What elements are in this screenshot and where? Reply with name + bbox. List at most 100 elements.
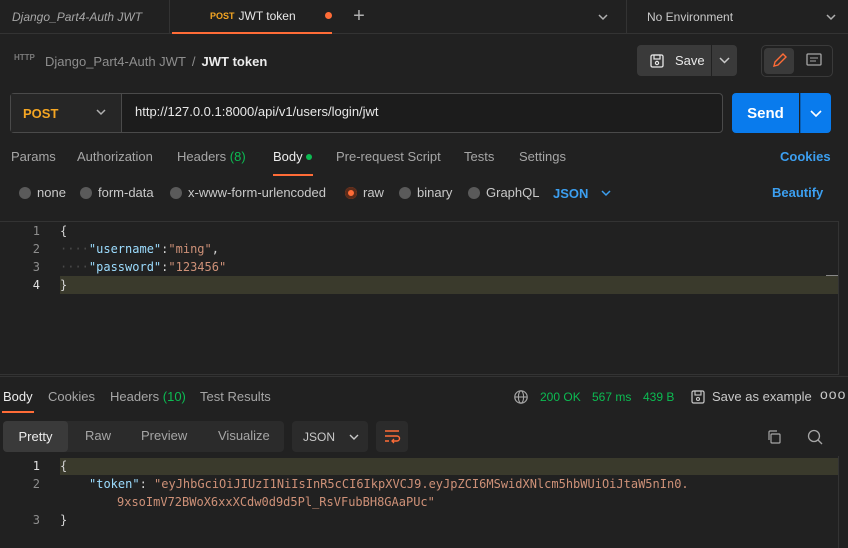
tab-tests[interactable]: Tests <box>464 149 494 167</box>
tab-method-badge: POST <box>210 11 235 21</box>
tab-headers[interactable]: Headers (8) <box>177 149 246 167</box>
chevron-down-icon <box>719 57 730 64</box>
format-raw-button[interactable]: Raw <box>85 428 111 443</box>
response-headers-count: (10) <box>162 389 186 404</box>
json-value: "eyJhbGciOiJIUzI1NiIsInR5cCI6IkpXVCJ9.ey… <box>154 477 689 491</box>
unsaved-dot-icon <box>325 12 332 19</box>
response-divider[interactable] <box>0 376 848 377</box>
wrap-lines-button[interactable] <box>376 421 408 452</box>
response-language-select[interactable]: JSON <box>292 421 368 452</box>
radio-graphql[interactable]: GraphQL <box>468 185 539 200</box>
save-icon <box>650 53 664 68</box>
code-line: "token": "eyJhbGciOiJIUzI1NiIsInR5cCI6Ik… <box>89 477 689 491</box>
radio-circle <box>80 186 92 199</box>
globe-icon[interactable] <box>513 389 529 405</box>
chevron-down-icon[interactable] <box>822 8 840 26</box>
tab-pre-request-script[interactable]: Pre-request Script <box>336 149 441 167</box>
more-options-icon[interactable]: ooo <box>820 386 846 402</box>
radio-circle <box>399 186 411 199</box>
tab-body[interactable]: Body <box>273 149 303 167</box>
send-options-button[interactable] <box>800 93 831 133</box>
radio-label: binary <box>417 185 453 200</box>
current-line-highlight <box>60 276 838 294</box>
response-tab-test-results[interactable]: Test Results <box>200 389 271 404</box>
radio-circle <box>345 186 357 199</box>
radio-none[interactable]: none <box>19 185 66 200</box>
body-language-select[interactable]: JSON <box>553 185 614 201</box>
radio-form-data[interactable]: form-data <box>80 185 154 200</box>
chevron-down-icon <box>349 434 359 440</box>
comments-button[interactable] <box>800 48 828 74</box>
tab-label: Django_Part4-Auth JWT <box>12 10 143 24</box>
active-tab-underline <box>273 174 313 176</box>
response-scrollbar[interactable] <box>838 456 848 548</box>
status-code[interactable]: 200 OK <box>540 390 581 404</box>
response-tab-headers[interactable]: Headers (10) <box>110 389 186 404</box>
radio-raw[interactable]: raw <box>345 185 384 200</box>
new-tab-button[interactable]: + <box>346 4 372 30</box>
line-number: 1 <box>32 459 40 473</box>
json-value-continued: 9xsoImV72BWoX6xxXCdw0d9d5Pl_RsVFubBH8GAa… <box>117 495 435 509</box>
format-visualize-button[interactable]: Visualize <box>218 428 270 443</box>
save-as-example-button[interactable]: Save as example <box>712 389 812 404</box>
chevron-down-icon[interactable] <box>594 8 612 26</box>
tab-headers-count: (8) <box>229 149 246 164</box>
code-line: } <box>60 513 67 527</box>
json-key: "username" <box>88 242 162 256</box>
send-button[interactable]: Send <box>732 93 799 133</box>
tab-params[interactable]: Params <box>11 149 56 167</box>
line-number: 2 <box>32 242 40 256</box>
copy-icon[interactable] <box>766 429 782 445</box>
chevron-down-icon <box>810 110 822 118</box>
save-options-button[interactable] <box>712 45 737 76</box>
response-tab-body[interactable]: Body <box>3 389 33 404</box>
url-input[interactable]: http://127.0.0.1:8000/api/v1/users/login… <box>135 104 379 119</box>
line-number: 2 <box>32 477 40 491</box>
json-colon: : <box>139 477 155 491</box>
response-time[interactable]: 567 ms <box>592 390 631 404</box>
code-brace: { <box>60 224 68 238</box>
radio-label: none <box>37 185 66 200</box>
format-pretty-button[interactable]: Pretty <box>3 421 68 452</box>
code-line: { <box>60 459 67 473</box>
code-line: { <box>60 224 67 238</box>
editor-scrollbar[interactable] <box>838 221 848 375</box>
tab-settings[interactable]: Settings <box>519 149 566 167</box>
indent-whitespace: ···· <box>60 260 89 274</box>
breadcrumb-request[interactable]: JWT token <box>202 54 268 69</box>
wrap-icon <box>385 430 401 444</box>
radio-urlencoded[interactable]: x-www-form-urlencoded <box>170 185 326 200</box>
response-tab-cookies[interactable]: Cookies <box>48 389 95 404</box>
chevron-down-icon[interactable] <box>93 104 109 120</box>
comment-icon <box>806 53 822 66</box>
radio-binary[interactable]: binary <box>399 185 452 200</box>
json-comma: , <box>211 242 219 256</box>
active-tab-underline <box>2 411 34 413</box>
cookies-link[interactable]: Cookies <box>780 149 831 164</box>
radio-circle <box>170 186 182 199</box>
tab-django-auth[interactable]: Django_Part4-Auth JWT <box>0 0 170 34</box>
save-label: Save <box>675 53 705 68</box>
json-value: "123456" <box>168 260 227 274</box>
http-icon: HTTP <box>14 53 35 62</box>
response-size[interactable]: 439 B <box>643 390 674 404</box>
json-key: "token" <box>89 477 140 491</box>
radio-label: raw <box>363 185 384 200</box>
save-icon[interactable] <box>690 389 706 405</box>
line-number: 3 <box>32 513 40 527</box>
save-button[interactable]: Save <box>637 45 711 76</box>
code-line: } <box>60 278 67 292</box>
breadcrumb-collection[interactable]: Django_Part4-Auth JWT <box>45 54 186 69</box>
radio-label: form-data <box>98 185 154 200</box>
search-icon[interactable] <box>806 428 824 446</box>
line-number: 1 <box>32 224 40 238</box>
json-value: "ming" <box>168 242 212 256</box>
tab-authorization[interactable]: Authorization <box>77 149 153 167</box>
edit-button[interactable] <box>764 48 794 74</box>
beautify-link[interactable]: Beautify <box>772 185 823 200</box>
current-line-highlight <box>60 458 838 475</box>
tab-jwt-token[interactable]: POST JWT token <box>172 0 332 34</box>
format-preview-button[interactable]: Preview <box>141 428 187 443</box>
body-language-label: JSON <box>553 185 589 201</box>
environment-select[interactable]: No Environment <box>626 0 848 34</box>
